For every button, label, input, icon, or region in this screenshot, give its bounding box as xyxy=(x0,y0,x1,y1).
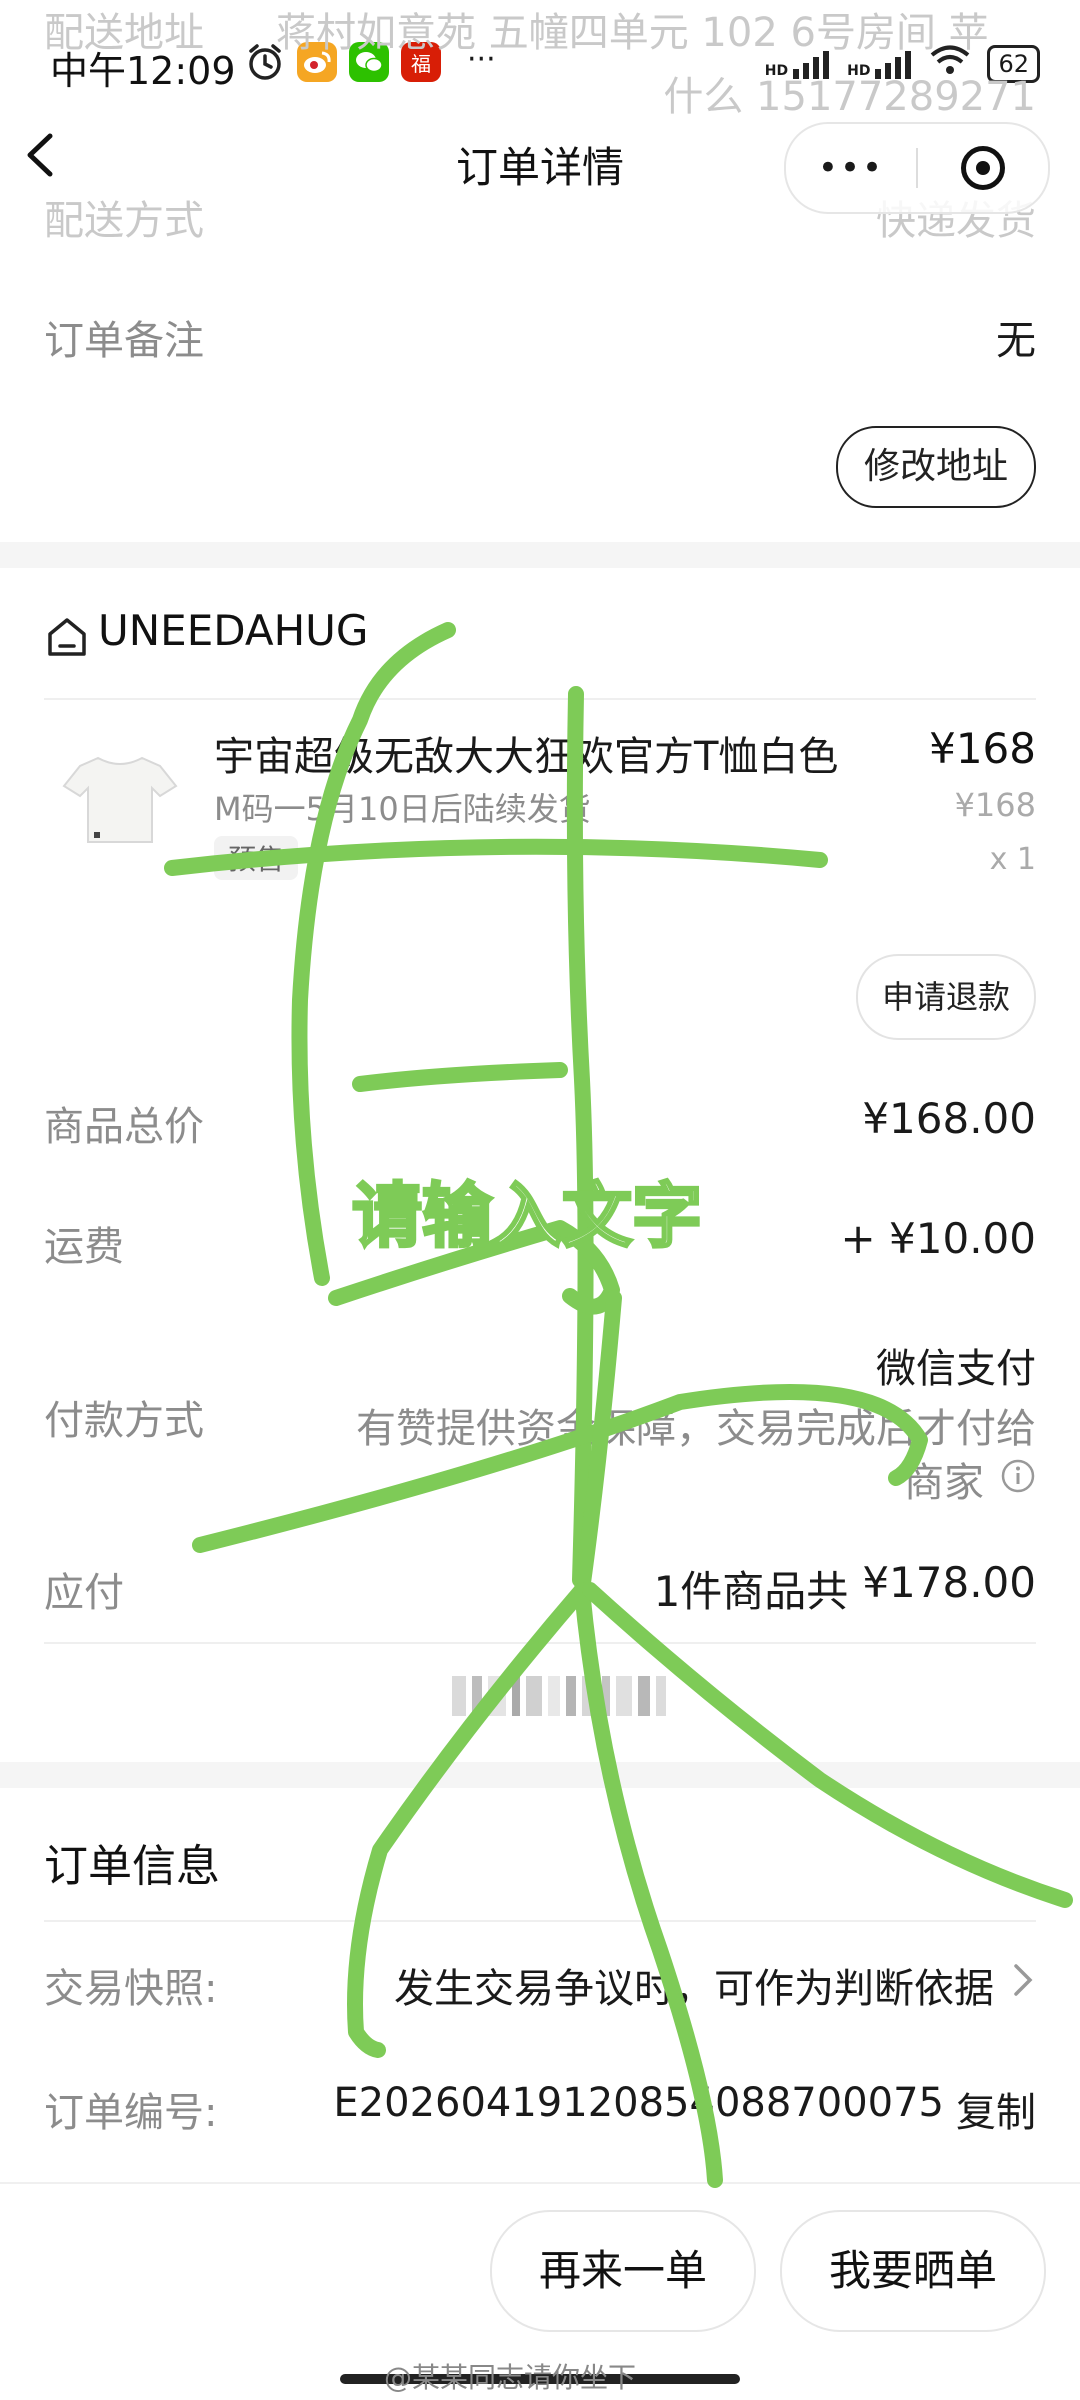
payable-row: 1件商品共 ¥178.00 xyxy=(654,1558,1036,1619)
shop-icon xyxy=(44,614,90,664)
payable-count: 1件商品共 xyxy=(653,1567,849,1616)
overlay-placeholder-text: 请输入文字 xyxy=(351,1174,704,1259)
payment-label: 付款方式 xyxy=(44,1398,204,1444)
order-info-divider xyxy=(44,1920,1036,1922)
order-number-value: E20260419120854088700075 xyxy=(333,2080,944,2126)
refund-button[interactable]: 申请退款 xyxy=(856,954,1036,1040)
shipping-label: 运费 xyxy=(44,1224,124,1270)
goods-total-value: ¥168.00 xyxy=(862,1094,1036,1143)
section-divider xyxy=(0,542,1080,568)
chevron-right-icon[interactable] xyxy=(1010,1960,1036,2004)
payment-guarantee-note-2: 商家 xyxy=(904,1460,984,1506)
product-spec: M码一5月10日后陆续发货 xyxy=(214,790,591,828)
payment-method: 微信支付 xyxy=(876,1346,1036,1392)
summary-divider xyxy=(44,1642,1036,1644)
payable-amount: ¥178.00 xyxy=(862,1558,1036,1607)
pixelated-strip xyxy=(452,1676,666,1716)
shop-name[interactable]: UNEEDAHUG xyxy=(98,606,368,655)
watermark: @某某同志请你坐下 xyxy=(384,2361,637,2394)
section-divider xyxy=(0,1762,1080,1788)
handwriting-stroke xyxy=(352,1062,568,1092)
order-note-value: 无 xyxy=(996,318,1036,364)
close-mini-program-button[interactable] xyxy=(918,146,1048,190)
more-options-button[interactable]: ••• xyxy=(786,148,916,188)
handwriting-stroke xyxy=(582,1582,1073,1908)
reorder-button[interactable]: 再来一单 xyxy=(490,2210,756,2332)
shipping-value: + ¥10.00 xyxy=(840,1214,1036,1263)
product-quantity: x 1 xyxy=(989,842,1036,877)
order-number-row: E20260419120854088700075 复制 xyxy=(333,2080,1036,2138)
product-name[interactable]: 宇宙超级无敌大大狂欢官方T恤白色 xyxy=(214,724,914,782)
shop-divider xyxy=(44,698,1036,700)
copy-button[interactable]: 复制 xyxy=(956,2080,1036,2138)
product-price: ¥168 xyxy=(929,724,1036,773)
info-icon[interactable] xyxy=(1000,1458,1036,1498)
faded-address-label: 配送地址 xyxy=(44,10,204,56)
faded-address-value: 蒋村如意苑 五幢四单元 102 6号房间 苹 xyxy=(276,10,989,56)
faded-address-line2: 什么 15177289271 xyxy=(663,74,1036,120)
bottom-bar-divider xyxy=(0,2182,1080,2184)
snapshot-label: 交易快照: xyxy=(44,1966,218,2012)
product-image[interactable] xyxy=(60,752,180,846)
faded-delivery-label: 配送方式 xyxy=(44,198,204,244)
goods-total-label: 商品总价 xyxy=(44,1104,204,1150)
presale-tag: 预售 xyxy=(214,836,299,880)
share-order-button[interactable]: 我要晒单 xyxy=(780,2210,1046,2332)
order-number-label: 订单编号: xyxy=(44,2090,218,2136)
target-icon xyxy=(961,146,1005,190)
order-info-title: 订单信息 xyxy=(44,1841,220,1892)
product-original-price: ¥168 xyxy=(954,786,1036,824)
payable-label: 应付 xyxy=(44,1570,124,1616)
order-note-label: 订单备注 xyxy=(44,318,204,364)
payment-guarantee-note: 有赞提供资金保障，交易完成后才付给 xyxy=(356,1406,1036,1452)
mini-program-capsule: ••• xyxy=(784,122,1050,214)
modify-address-button[interactable]: 修改地址 xyxy=(836,426,1036,508)
snapshot-value[interactable]: 发生交易争议时，可作为判断依据 xyxy=(394,1956,994,2014)
